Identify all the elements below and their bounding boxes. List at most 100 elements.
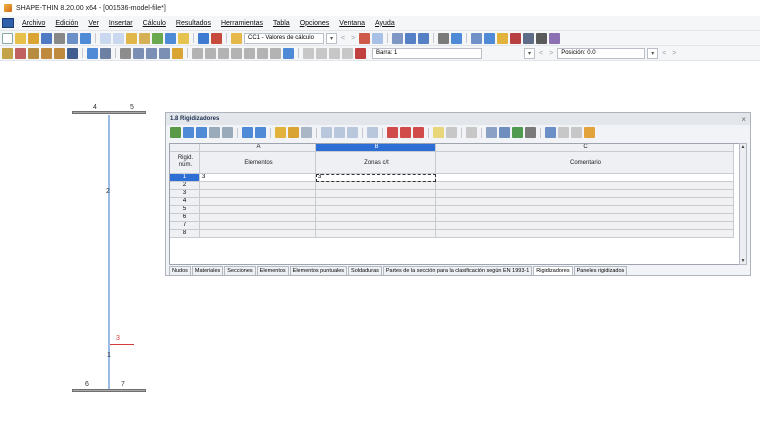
cell-zonas[interactable] [316, 230, 436, 238]
row-number[interactable]: 3 [170, 190, 200, 198]
menu-ventana[interactable]: Ventana [335, 19, 369, 28]
table-graph-icon[interactable] [486, 127, 497, 138]
stiffener-line[interactable] [110, 344, 134, 345]
menu-herramientas[interactable]: Herramientas [217, 19, 267, 28]
section-icon[interactable] [392, 32, 404, 44]
cell-elementos[interactable] [200, 222, 316, 230]
table-export-icon[interactable] [170, 127, 181, 138]
row-number[interactable]: 4 [170, 198, 200, 206]
app-menu-icon[interactable] [2, 18, 14, 28]
cell-comentario[interactable] [436, 206, 734, 214]
undo-icon[interactable] [100, 32, 111, 44]
menu-ayuda[interactable]: Ayuda [371, 19, 399, 28]
view-top-icon[interactable] [218, 47, 229, 59]
table-move-up-icon[interactable] [387, 127, 398, 138]
row-number[interactable]: 8 [170, 230, 200, 238]
cell-elementos[interactable] [200, 206, 316, 214]
load-case-dropdown[interactable]: ▾ [326, 32, 337, 44]
row-number[interactable]: 7 [170, 222, 200, 230]
column-header-zonas[interactable]: Zonas c/t [316, 152, 436, 174]
cell-zonas[interactable] [316, 214, 436, 222]
copy-icon[interactable] [120, 47, 131, 59]
bottom-flange[interactable] [72, 389, 146, 392]
settings-icon[interactable] [549, 32, 561, 44]
text-icon[interactable] [100, 47, 111, 59]
open-model-icon[interactable] [28, 32, 39, 44]
cell-zonas[interactable] [316, 182, 436, 190]
arc-icon[interactable] [41, 47, 52, 59]
table-renumber-icon[interactable] [413, 127, 424, 138]
position-dropdown[interactable]: ▾ [647, 47, 659, 59]
chart-icon[interactable] [418, 32, 430, 44]
table-ibeam-icon[interactable] [584, 127, 595, 138]
table-cut-icon[interactable] [367, 127, 378, 138]
section-view-icon[interactable] [329, 47, 340, 59]
cloud-icon[interactable] [484, 32, 496, 44]
results-values-icon[interactable] [372, 32, 384, 44]
delete-icon[interactable] [510, 32, 522, 44]
table-chart-icon[interactable] [466, 127, 477, 138]
warning-icon[interactable] [497, 32, 509, 44]
move-icon[interactable] [133, 47, 144, 59]
table-remove-row-icon[interactable] [334, 127, 345, 138]
column-header-elementos[interactable]: Elementos [200, 152, 316, 174]
table-excel-icon[interactable] [512, 127, 523, 138]
tab-materiales[interactable]: Materiales [191, 266, 224, 275]
save-icon[interactable] [41, 32, 52, 44]
previous-icon[interactable]: < [539, 50, 543, 57]
cell-comentario[interactable] [436, 230, 734, 238]
previous-icon[interactable]: < [341, 35, 345, 42]
cell-comentario[interactable] [436, 198, 734, 206]
display-icon[interactable] [283, 47, 294, 59]
menu-edicion[interactable]: Edición [51, 19, 82, 28]
bar-dropdown[interactable]: ▾ [524, 47, 535, 59]
clear-icon[interactable] [342, 47, 353, 59]
calc-icon[interactable] [211, 32, 222, 44]
measure-icon[interactable] [523, 32, 535, 44]
open-folder-icon[interactable] [15, 32, 26, 44]
edit-icon[interactable] [126, 32, 137, 44]
row-number[interactable]: 6 [170, 214, 200, 222]
view-icon[interactable] [152, 32, 163, 44]
bar-select[interactable]: Barra: 1 [372, 47, 482, 59]
menu-archivo[interactable]: Archivo [18, 19, 49, 28]
print-icon[interactable] [54, 32, 65, 44]
row-number[interactable]: 5 [170, 206, 200, 214]
results-icon[interactable] [178, 32, 189, 44]
point-element-icon[interactable] [54, 47, 65, 59]
previous-icon[interactable]: < [662, 50, 666, 57]
cell-zonas[interactable] [316, 206, 436, 214]
web-element[interactable] [108, 115, 110, 389]
table-insert-icon[interactable] [183, 127, 194, 138]
table-copy-icon[interactable] [209, 127, 220, 138]
table-add-row-icon[interactable] [321, 127, 332, 138]
table-icon[interactable] [165, 32, 176, 44]
table-pick-icon[interactable] [288, 127, 299, 138]
grid-icon[interactable] [438, 32, 450, 44]
table-units-icon[interactable] [545, 127, 556, 138]
table-select-icon[interactable] [275, 127, 286, 138]
table-paste-icon[interactable] [222, 127, 233, 138]
column-header-comentario[interactable]: Comentario [436, 152, 734, 174]
table-print-icon[interactable] [525, 127, 536, 138]
menu-resultados[interactable]: Resultados [172, 19, 215, 28]
view-side-icon[interactable] [205, 47, 216, 59]
table-columns-icon[interactable] [446, 127, 457, 138]
mirror-icon[interactable] [159, 47, 170, 59]
snap-icon[interactable] [451, 32, 463, 44]
line-icon[interactable] [15, 47, 26, 59]
vertical-scrollbar[interactable]: ▲ ▼ [739, 143, 747, 265]
zoom-all-icon[interactable] [244, 47, 255, 59]
filter-icon[interactable] [303, 47, 314, 59]
draw-element-icon[interactable] [28, 47, 39, 59]
scroll-up-icon[interactable]: ▲ [740, 144, 746, 150]
tab-rigidizadores[interactable]: Rigidizadores [533, 266, 573, 275]
cell-elementos[interactable] [200, 230, 316, 238]
window-icon[interactable] [198, 32, 209, 44]
column-letter-c[interactable]: C [436, 144, 734, 152]
cell-elementos[interactable] [200, 190, 316, 198]
scale-icon[interactable] [172, 47, 183, 59]
table-result-icon[interactable] [499, 127, 510, 138]
zoom-window-icon[interactable] [257, 47, 268, 59]
rotate-icon[interactable] [146, 47, 157, 59]
